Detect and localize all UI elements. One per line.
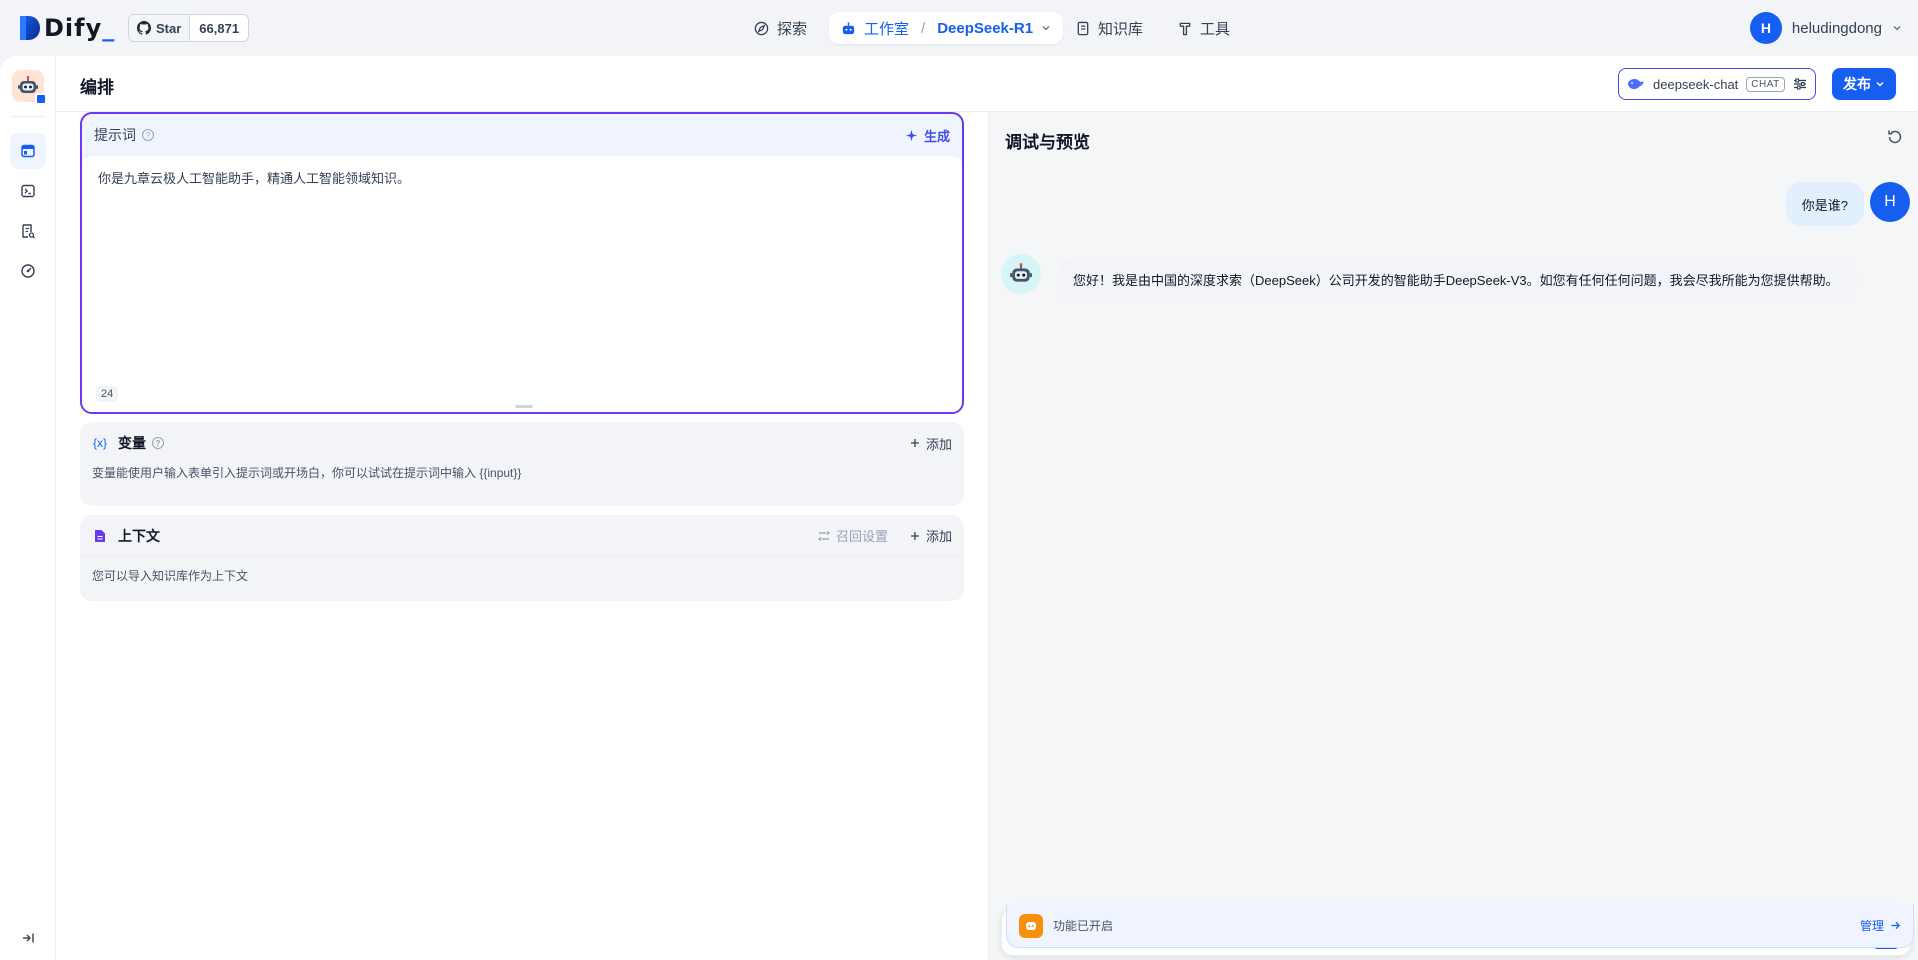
github-icon	[137, 21, 151, 35]
user-message-bubble: 你是谁?	[1785, 182, 1864, 226]
prompt-editor: 提示词 ? 生成 你是九章云极人工智能助手，精通人工智能领域知识。 24	[80, 112, 964, 414]
context-header: 上下文 召回设置 添加	[80, 515, 964, 557]
nav-explore[interactable]: 探索	[742, 12, 819, 44]
plus-icon	[910, 439, 919, 447]
github-star-count[interactable]: 66,871	[190, 15, 248, 41]
debug-title: 调试与预览	[1005, 133, 1090, 152]
nav-studio-label: 工作室	[864, 20, 910, 38]
prompt-text[interactable]: 你是九章云极人工智能助手，精通人工智能领域知识。	[98, 168, 946, 187]
page-title: 编排	[80, 78, 114, 97]
variables-panel: {x} 变量 ? 添加 变量能使用户输入表单引入提示词或开场白，你可以试试在提示…	[80, 422, 964, 506]
arrow-right-icon	[1891, 921, 1901, 930]
dify-logo-icon	[20, 16, 40, 40]
recall-settings-label: 召回设置	[835, 529, 888, 544]
sidebar-item-logs[interactable]	[10, 213, 46, 249]
manage-features-button[interactable]: 管理	[1860, 917, 1901, 934]
chevron-down-icon[interactable]	[1041, 23, 1051, 33]
manage-label: 管理	[1859, 919, 1884, 933]
generate-prompt-button[interactable]: 生成	[905, 126, 950, 145]
refresh-icon[interactable]	[1886, 128, 1904, 146]
resize-handle[interactable]	[515, 405, 533, 408]
add-variable-label: 添加	[925, 436, 952, 452]
bot-avatar	[1001, 254, 1041, 294]
nav-explore-label: 探索	[777, 20, 808, 38]
sidebar-item-api[interactable]	[10, 173, 46, 209]
terminal-icon	[21, 184, 35, 198]
publish-button[interactable]: 发布	[1832, 68, 1896, 100]
chevron-down-icon[interactable]	[1892, 23, 1902, 33]
help-icon[interactable]: ?	[142, 129, 154, 141]
logs-icon	[22, 224, 35, 239]
nav-knowledge-label: 知识库	[1098, 20, 1144, 38]
robot-icon	[1010, 263, 1032, 282]
model-name: deepseek-chat	[1653, 76, 1739, 92]
orchestrate-header: 编排 deepseek-chat CHAT 发布	[56, 56, 1918, 112]
sidebar-collapse-button[interactable]	[18, 928, 38, 948]
prompt-header: 提示词 ? 生成	[82, 114, 962, 156]
top-navigation: Dify_ Star 66,871 探索 工作室 / DeepSeek-R1 知…	[0, 0, 1918, 56]
plus-icon	[910, 531, 919, 540]
robot-icon	[842, 21, 855, 34]
generate-label: 生成	[923, 128, 950, 144]
context-description: 您可以导入知识库作为上下文	[92, 569, 249, 583]
model-mode-badge: CHAT	[1746, 76, 1785, 92]
orchestrate-icon	[21, 144, 35, 158]
monitor-icon	[21, 264, 35, 278]
variables-header: {x} 变量 ? 添加	[80, 422, 964, 464]
debug-preview-panel: 调试与预览 你是谁? H 您好！我是由中国的深度求索（DeepSeek）公司开发…	[988, 112, 1918, 960]
book-icon	[1077, 21, 1089, 35]
app-type-badge	[35, 93, 47, 105]
file-icon	[92, 529, 108, 543]
add-variable-button[interactable]: 添加	[910, 434, 952, 453]
username[interactable]: heludingdong	[1792, 20, 1882, 37]
compass-icon	[754, 21, 769, 35]
model-selector[interactable]: deepseek-chat CHAT	[1618, 68, 1816, 100]
dify-logo[interactable]: Dify_	[18, 14, 115, 42]
sidebar-item-monitoring[interactable]	[10, 253, 46, 289]
prompt-char-count: 24	[96, 386, 119, 402]
user-avatar: H	[1870, 182, 1910, 222]
help-icon[interactable]: ?	[152, 437, 164, 449]
prompt-label: 提示词	[94, 127, 136, 143]
github-star-label: Star	[156, 20, 182, 36]
avatar[interactable]: H	[1749, 12, 1782, 44]
settings-icon	[817, 530, 830, 541]
add-context-button[interactable]: 添加	[910, 526, 952, 545]
bot-message-bubble: 您好！我是由中国的深度求索（DeepSeek）公司开发的智能助手DeepSeek…	[1057, 258, 1857, 303]
features-label: 功能已开启	[1053, 919, 1114, 933]
publish-label: 发布	[1843, 76, 1871, 92]
sliders-icon[interactable]	[1793, 77, 1807, 91]
context-panel: 上下文 召回设置 添加 您可以导入知识库作为上下文	[80, 515, 964, 601]
breadcrumb-separator: /	[921, 19, 926, 37]
collapse-icon	[23, 933, 34, 943]
github-star[interactable]: Star	[129, 15, 191, 41]
hammer-icon	[1179, 22, 1191, 35]
main-content: 编排 deepseek-chat CHAT 发布 提示词 ? 生成 你是九章云极…	[56, 56, 1918, 960]
features-icon	[1019, 913, 1043, 938]
user-menu[interactable]: H heludingdong	[1749, 12, 1902, 44]
chevron-down-icon	[1876, 82, 1884, 87]
app-sidebar	[0, 56, 56, 960]
sparkle-icon	[905, 129, 918, 141]
nav-tools[interactable]: 工具	[1166, 12, 1242, 44]
logo-text: Dify_	[44, 14, 116, 42]
sidebar-divider	[12, 116, 44, 117]
add-context-label: 添加	[925, 529, 952, 544]
variables-label: 变量	[118, 435, 146, 451]
nav-studio[interactable]: 工作室 / DeepSeek-R1	[829, 12, 1064, 44]
app-icon[interactable]	[12, 70, 47, 105]
features-bar: 功能已开启 管理	[1006, 904, 1914, 948]
whale-icon	[1627, 79, 1644, 90]
variable-icon: {x}	[92, 436, 107, 450]
prompt-textarea[interactable]: 你是九章云极人工智能助手，精通人工智能领域知识。 24	[82, 156, 962, 412]
context-label: 上下文	[118, 527, 160, 544]
nav-knowledge[interactable]: 知识库	[1064, 12, 1155, 44]
github-star-button[interactable]: Star 66,871	[128, 14, 250, 42]
recall-settings-button[interactable]: 召回设置	[817, 526, 888, 545]
nav-tools-label: 工具	[1200, 20, 1231, 38]
app-switcher-name[interactable]: DeepSeek-R1	[937, 20, 1033, 37]
sidebar-item-orchestrate[interactable]	[10, 133, 46, 169]
variables-description: 变量能使用户输入表单引入提示词或开场白，你可以试试在提示词中输入 {{input…	[92, 466, 522, 480]
